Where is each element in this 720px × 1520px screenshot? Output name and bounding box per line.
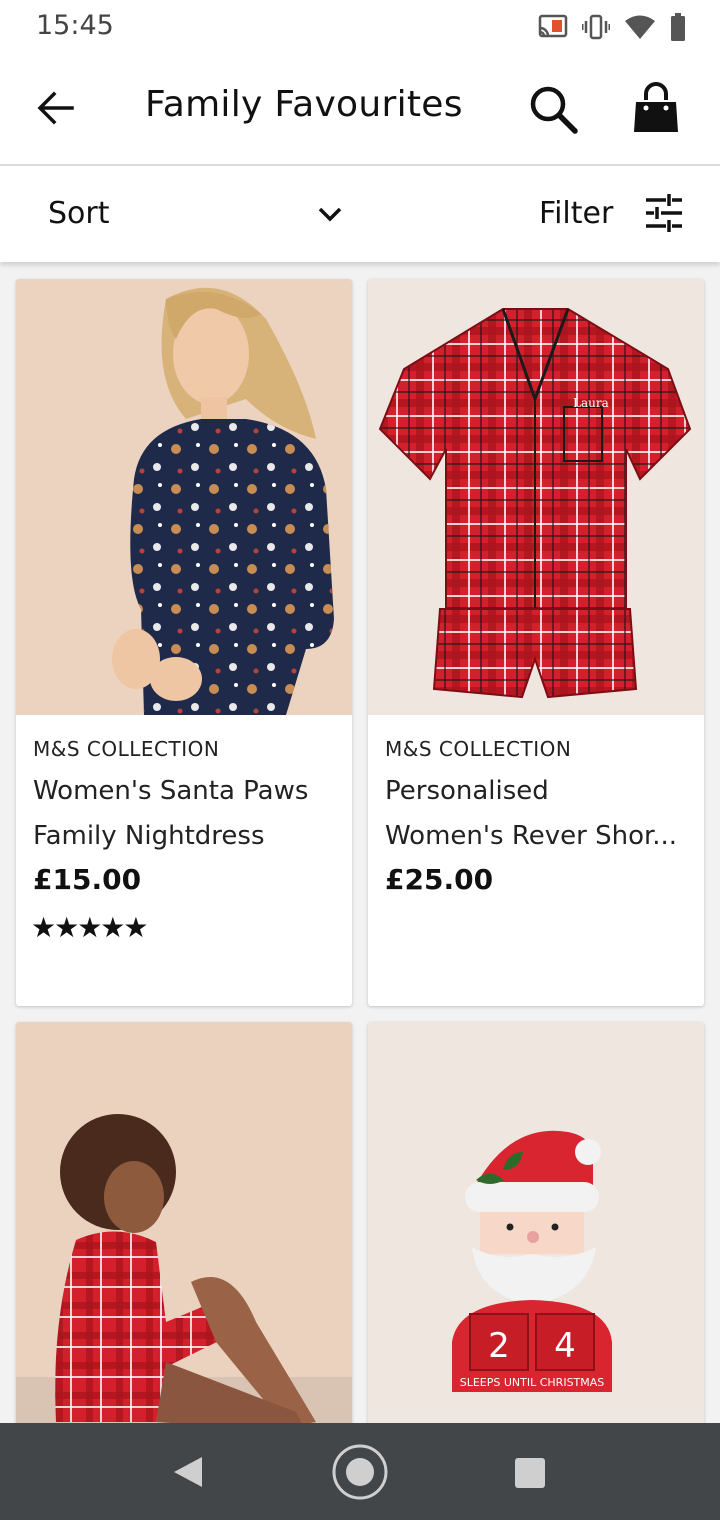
chevron-down-icon[interactable] [316, 200, 344, 228]
product-card[interactable] [16, 1022, 352, 1442]
block-digit-1: 2 [488, 1326, 510, 1366]
product-name[interactable]: Women's Santa Paws Family Nightdress [33, 769, 337, 859]
cast-icon [538, 14, 568, 38]
app-bar: Family Favourites [0, 56, 720, 166]
product-name-line2: Family Nightdress [33, 821, 265, 851]
star-rating: ★★★★★ [31, 911, 149, 944]
status-time: 15:45 [36, 10, 114, 41]
recents-square-icon[interactable] [514, 1457, 546, 1489]
status-bar: 15:45 [0, 0, 720, 56]
home-circle-icon[interactable] [331, 1443, 389, 1501]
filter-label[interactable]: Filter [539, 196, 613, 231]
product-name[interactable]: Personalised Women's Rever Shor... [385, 769, 689, 859]
wifi-icon [625, 15, 655, 39]
battery-icon [671, 13, 685, 41]
arrow-left-icon[interactable] [34, 86, 78, 130]
sort-filter-bar: Sort Filter [0, 166, 720, 262]
product-card[interactable]: M&S COLLECTION Women's Santa Paws Family… [16, 279, 352, 1006]
product-name-line1: Personalised [385, 776, 549, 806]
status-icons [538, 10, 686, 44]
filter-sliders-icon[interactable] [644, 194, 684, 232]
product-name-line2: Women's Rever Shor... [385, 821, 678, 851]
system-nav-bar [0, 1423, 720, 1520]
product-brand: M&S COLLECTION [385, 737, 572, 761]
product-image[interactable] [16, 279, 352, 715]
product-card[interactable]: Laura M&S COLLECTION Personalised Women'… [368, 279, 704, 1006]
page-title: Family Favourites [145, 84, 463, 125]
sort-label[interactable]: Sort [48, 196, 110, 231]
monogram-text: Laura [573, 396, 609, 410]
product-image[interactable]: Laura [368, 279, 704, 715]
vibrate-icon [582, 14, 610, 40]
product-card[interactable]: 2 4 SLEEPS UNTIL CHRISTMAS [368, 1022, 704, 1442]
product-brand: M&S COLLECTION [33, 737, 220, 761]
block-caption: SLEEPS UNTIL CHRISTMAS [460, 1376, 605, 1389]
shopping-bag-icon[interactable] [632, 80, 680, 134]
search-icon[interactable] [526, 82, 580, 136]
block-digit-2: 4 [554, 1326, 576, 1366]
product-price: £15.00 [33, 863, 142, 896]
product-image[interactable]: 2 4 SLEEPS UNTIL CHRISTMAS [368, 1022, 704, 1442]
product-price: £25.00 [385, 863, 494, 896]
back-triangle-icon[interactable] [172, 1455, 204, 1489]
product-name-line1: Women's Santa Paws [33, 776, 309, 806]
product-image[interactable] [16, 1022, 352, 1442]
